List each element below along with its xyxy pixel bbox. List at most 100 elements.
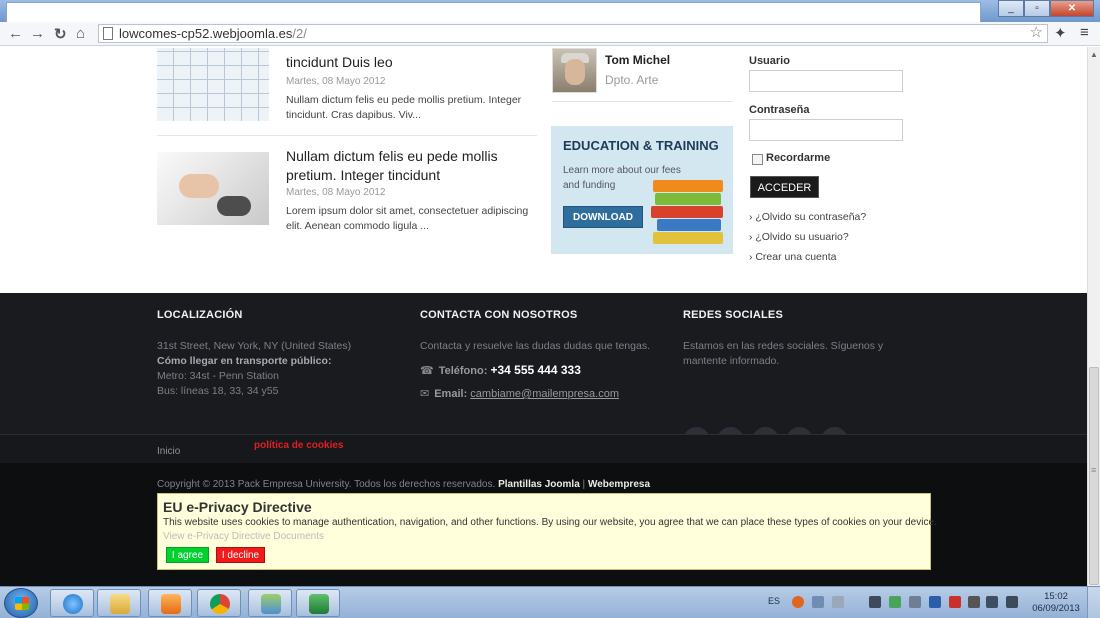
book-icon [653,232,723,244]
speaker-icon[interactable] [1006,596,1018,608]
bus-text: Bus: líneas 18, 33, 34 y55 [157,385,279,397]
forgot-username-link[interactable]: ¿Olvido su usuario? [749,231,848,243]
face-shape [565,59,585,85]
menu-icon[interactable]: ≡ [1080,24,1089,41]
battery-icon[interactable] [968,596,980,608]
network-taskbar-button[interactable] [248,589,292,617]
article-date: Martes, 08 Mayo 2012 [286,187,386,198]
email-link[interactable]: cambiame@mailempresa.com [470,388,619,400]
tray-app-icon[interactable] [949,596,961,608]
decline-button[interactable]: I decline [216,547,265,563]
article-thumbnail-calendar[interactable] [157,48,269,121]
chrome-taskbar-button[interactable] [197,589,241,617]
volume-icon[interactable] [869,596,881,608]
minimize-button[interactable]: _ [998,0,1024,17]
webempresa-link[interactable]: Webempresa [588,479,650,490]
clock-date: 06/09/2013 [1032,603,1080,614]
scroll-up-arrow-icon[interactable]: ▲ [1090,50,1098,59]
language-indicator[interactable]: ES [768,596,780,606]
tray-app-icon[interactable] [832,596,844,608]
page-icon [103,27,113,40]
signal-icon[interactable] [986,596,998,608]
tray-app-icon[interactable] [909,596,921,608]
clock-time: 15:02 [1044,591,1068,602]
excel-taskbar-button[interactable] [296,589,340,617]
close-button[interactable]: ✕ [1050,0,1094,17]
chrome-icon [210,594,230,614]
article-divider [157,135,537,136]
ie-icon [63,594,83,614]
explorer-taskbar-button[interactable] [97,589,141,617]
book-icon [651,206,723,218]
location-info: 31st Street, New York, NY (United States… [157,339,397,399]
extension-icon[interactable]: ✦ [1054,24,1067,42]
scroll-thumb[interactable] [1089,367,1099,585]
plantillas-joomla-link[interactable]: Plantillas Joomla [498,479,580,490]
media-taskbar-button[interactable] [148,589,192,617]
article-title[interactable]: tincidunt Duis leo [286,53,393,72]
transport-heading: Cómo llegar en transporte público: [157,355,332,367]
window-titlebar: _ ▫ ✕ [0,0,1100,22]
member-name: Tom Michel [605,53,671,67]
article-title[interactable]: Nullam dictum felis eu pede mollis preti… [286,147,546,185]
forward-icon[interactable]: → [30,25,45,42]
email-label: Email: [434,388,468,400]
address-text: 31st Street, New York, NY (United States… [157,340,352,352]
link-separator: | [582,479,586,490]
windows-logo-icon [15,597,29,610]
home-icon[interactable]: ⌂ [76,25,85,42]
alert-icon[interactable] [792,596,804,608]
social-heading: REDES SOCIALES [683,309,783,321]
browser-tab-strip[interactable] [6,2,981,22]
education-banner[interactable]: EDUCATION & TRAINING Learn more about ou… [551,126,733,254]
mouse-shape [217,196,251,216]
phone-label: Teléfono: [438,365,488,377]
page-scrollbar[interactable]: ▲ ≡ [1087,47,1100,586]
media-player-icon [161,594,181,614]
tray-app-icon[interactable] [929,596,941,608]
article-date: Martes, 08 Mayo 2012 [286,76,386,87]
copyright-notice: Copyright © 2013 Pack Empresa University… [157,479,496,490]
forgot-password-link[interactable]: ¿Olvido su contraseña? [749,211,866,223]
social-intro: Estamos en las redes sociales. Síguenos … [683,340,884,367]
username-input[interactable] [749,70,903,92]
folder-icon [110,594,130,614]
book-icon [653,180,723,192]
download-button[interactable]: DOWNLOAD [563,206,643,228]
windows-taskbar: ES 15:02 06/09/2013 [0,586,1100,618]
phone-row: ☎ Teléfono: +34 555 444 333 [420,363,581,377]
create-account-link[interactable]: Crear una cuenta [749,251,836,263]
article-thumbnail-mouse[interactable] [157,152,269,225]
network-icon [261,594,281,614]
ie-taskbar-button[interactable] [50,589,94,617]
privacy-notice: EU e-Privacy Directive This website uses… [157,493,937,570]
clock[interactable]: 15:02 06/09/2013 [1030,591,1082,615]
start-button[interactable] [4,588,38,618]
tray-app-icon[interactable] [812,596,824,608]
show-desktop-button[interactable] [1087,587,1100,618]
maximize-button[interactable]: ▫ [1024,0,1050,17]
url-path: /2/ [292,26,307,41]
member-role: Dpto. Arte [605,73,659,87]
privacy-docs-link[interactable]: View e-Privacy Directive Documents [163,531,324,542]
remember-label[interactable]: Recordarme [766,152,830,164]
username-label: Usuario [749,55,790,67]
back-icon[interactable]: ← [8,25,23,42]
agree-button[interactable]: I agree [166,547,209,563]
contact-intro: Contacta y resuelve las dudas dudas que … [420,340,650,352]
location-heading: LOCALIZACIÓN [157,309,243,321]
banner-title: EDUCATION & TRAINING [563,138,719,153]
login-button[interactable]: ACCEDER [750,176,819,198]
mail-icon: ✉ [420,388,430,400]
url-host: lowcomes-cp52.webjoomla.es [119,26,293,41]
book-icon [655,193,721,205]
remember-checkbox[interactable] [752,154,763,165]
hand-shape [179,174,219,198]
address-bar[interactable]: lowcomes-cp52.webjoomla.es/2/ ☆ [98,24,1048,43]
tray-app-icon[interactable] [889,596,901,608]
inicio-link[interactable]: Inicio [157,446,180,457]
cookie-policy-link[interactable]: política de cookies [254,440,343,451]
bookmark-star-icon[interactable]: ☆ [1030,24,1043,41]
reload-icon[interactable]: ↻ [54,25,67,43]
password-input[interactable] [749,119,903,141]
